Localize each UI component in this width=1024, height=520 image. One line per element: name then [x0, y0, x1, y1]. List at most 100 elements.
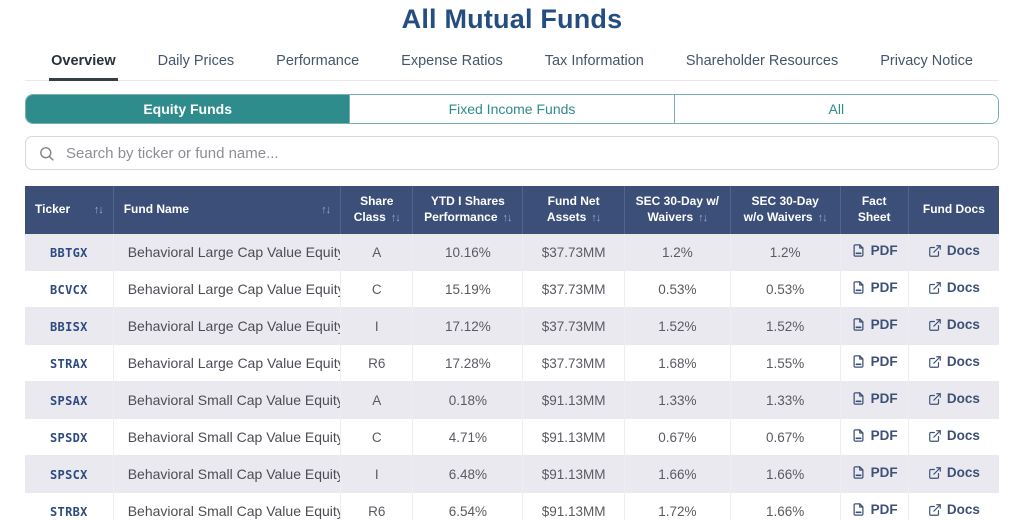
- ticker-link[interactable]: BBTGX: [50, 246, 88, 260]
- column-header-share-class[interactable]: Share Class ↑↓: [340, 186, 414, 234]
- column-header-fund-docs: Fund Docs: [908, 186, 999, 234]
- fact-sheet-cell: PDF: [840, 418, 909, 456]
- fact-sheet-link[interactable]: PDF: [851, 354, 898, 369]
- ticker-link[interactable]: BCVCX: [50, 283, 88, 297]
- pdf-file-icon: [853, 244, 864, 257]
- net-assets-cell: $91.13MM: [522, 418, 625, 456]
- ticker-link[interactable]: SPSDX: [50, 431, 88, 445]
- share-class-cell: I: [340, 307, 414, 345]
- net-assets-cell: $37.73MM: [522, 307, 625, 345]
- sec-30day-with-waivers-cell: 0.67%: [624, 418, 731, 456]
- filter-fixed-income-funds[interactable]: Fixed Income Funds: [350, 95, 675, 123]
- ticker-link[interactable]: SPSAX: [50, 394, 88, 408]
- net-assets-cell: $91.13MM: [522, 381, 625, 419]
- search-input[interactable]: [64, 143, 986, 163]
- tab-privacy-notice[interactable]: Privacy Notice: [878, 47, 975, 81]
- fact-sheet-link[interactable]: PDF: [851, 428, 898, 443]
- pdf-file-icon: [853, 318, 864, 331]
- table-row: BBTGX Behavioral Large Cap Value Equity …: [25, 234, 999, 271]
- share-class-cell: C: [340, 418, 414, 456]
- fund-docs-link[interactable]: Docs: [928, 280, 980, 295]
- sec-30day-without-waivers-cell: 1.33%: [730, 381, 841, 419]
- external-link-icon: [929, 355, 941, 368]
- search-icon: [40, 146, 54, 161]
- column-header-fund-net-assets[interactable]: Fund Net Assets ↑↓: [522, 186, 625, 234]
- sort-arrows-icon: ↑↓: [321, 203, 331, 216]
- fact-sheet-link[interactable]: PDF: [851, 280, 898, 295]
- external-link-icon: [929, 318, 941, 331]
- table-row: SPSDX Behavioral Small Cap Value Equity …: [25, 418, 999, 456]
- sec-30day-without-waivers-cell: 1.66%: [730, 455, 841, 493]
- fund-docs-link[interactable]: Docs: [928, 391, 980, 406]
- ticker-link[interactable]: STRBX: [50, 505, 88, 519]
- tab-daily-prices[interactable]: Daily Prices: [156, 47, 237, 81]
- share-class-cell: A: [340, 234, 414, 271]
- pdf-file-icon: [853, 392, 864, 405]
- filter-all[interactable]: All: [674, 95, 998, 123]
- column-header-ticker[interactable]: Ticker ↑↓: [25, 186, 114, 234]
- column-header-sec-30-day-w-waivers[interactable]: SEC 30-Day w/ Waivers ↑↓: [624, 186, 731, 234]
- fund-docs-link[interactable]: Docs: [928, 428, 980, 443]
- filter-equity-funds[interactable]: Equity Funds: [26, 95, 351, 123]
- sec-30day-with-waivers-cell: 1.2%: [624, 234, 731, 271]
- ytd-performance-cell: 4.71%: [412, 418, 524, 456]
- sec-30day-with-waivers-cell: 1.68%: [624, 344, 731, 382]
- sec-30day-without-waivers-cell: 1.52%: [730, 307, 841, 345]
- column-header-ytd-i-shares-performance[interactable]: YTD I Shares Performance ↑↓: [412, 186, 524, 234]
- column-header-fact-sheet: Fact Sheet: [840, 186, 909, 234]
- external-link-icon: [929, 503, 941, 516]
- ticker-cell: BCVCX: [25, 270, 114, 308]
- share-class-cell: A: [340, 381, 414, 419]
- sec-30day-with-waivers-cell: 1.33%: [624, 381, 731, 419]
- sec-30day-without-waivers-cell: 1.66%: [730, 492, 841, 520]
- table-row: BBISX Behavioral Large Cap Value Equity …: [25, 307, 999, 345]
- mutual-funds-page: All Mutual Funds Overview Daily Prices P…: [0, 0, 1024, 520]
- fact-sheet-link[interactable]: PDF: [851, 243, 898, 258]
- fact-sheet-link[interactable]: PDF: [851, 465, 898, 480]
- pdf-file-icon: [853, 466, 864, 479]
- fund-type-filter: Equity Funds Fixed Income Funds All: [25, 94, 999, 124]
- fact-sheet-link[interactable]: PDF: [851, 317, 898, 332]
- fact-sheet-cell: PDF: [840, 455, 909, 493]
- page-title: All Mutual Funds: [401, 4, 623, 34]
- table-header-row: Ticker ↑↓ Fund Name ↑↓ Share Class ↑↓ YTD I…: [25, 186, 999, 234]
- pdf-file-icon: [853, 355, 864, 368]
- table-row: SPSAX Behavioral Small Cap Value Equity …: [25, 381, 999, 419]
- net-assets-cell: $37.73MM: [522, 344, 625, 382]
- fact-sheet-cell: PDF: [840, 234, 909, 271]
- fund-docs-cell: Docs: [908, 456, 999, 493]
- fact-sheet-cell: PDF: [840, 270, 909, 308]
- tab-performance[interactable]: Performance: [274, 47, 361, 81]
- search-box: [25, 136, 999, 170]
- fund-docs-link[interactable]: Docs: [928, 502, 980, 517]
- fund-docs-link[interactable]: Docs: [928, 243, 980, 258]
- tab-expense-ratios[interactable]: Expense Ratios: [399, 47, 505, 81]
- tab-overview[interactable]: Overview: [49, 47, 118, 81]
- sec-30day-with-waivers-cell: 1.66%: [624, 455, 731, 493]
- fact-sheet-link[interactable]: PDF: [851, 502, 898, 517]
- ticker-link[interactable]: STRAX: [50, 357, 88, 371]
- tab-shareholder-resources[interactable]: Shareholder Resources: [684, 47, 840, 81]
- fact-sheet-cell: PDF: [840, 381, 909, 419]
- ytd-performance-cell: 17.28%: [412, 344, 524, 382]
- column-header-sec-30-day-w-o-waivers[interactable]: SEC 30-Day w/o Waivers ↑↓: [730, 186, 841, 234]
- sort-arrows-icon: ↑↓: [502, 212, 513, 224]
- sec-30day-with-waivers-cell: 1.72%: [624, 492, 731, 520]
- tab-bar: Overview Daily Prices Performance Expens…: [25, 47, 999, 81]
- net-assets-cell: $37.73MM: [522, 234, 625, 271]
- sec-30day-without-waivers-cell: 1.2%: [730, 234, 841, 271]
- fact-sheet-link[interactable]: PDF: [851, 391, 898, 406]
- fund-docs-link[interactable]: Docs: [928, 317, 980, 332]
- fund-docs-cell: Docs: [908, 345, 999, 382]
- tab-tax-information[interactable]: Tax Information: [543, 47, 646, 81]
- ticker-cell: SPSCX: [25, 455, 114, 493]
- fund-docs-link[interactable]: Docs: [928, 354, 980, 369]
- ticker-link[interactable]: SPSCX: [50, 468, 88, 482]
- external-link-icon: [929, 466, 941, 479]
- share-class-cell: I: [340, 455, 414, 493]
- fund-docs-cell: Docs: [908, 419, 999, 456]
- ticker-link[interactable]: BBISX: [50, 320, 88, 334]
- column-header-fund-name[interactable]: Fund Name ↑↓: [113, 186, 342, 234]
- fund-docs-link[interactable]: Docs: [928, 465, 980, 480]
- ticker-cell: SPSAX: [25, 381, 114, 419]
